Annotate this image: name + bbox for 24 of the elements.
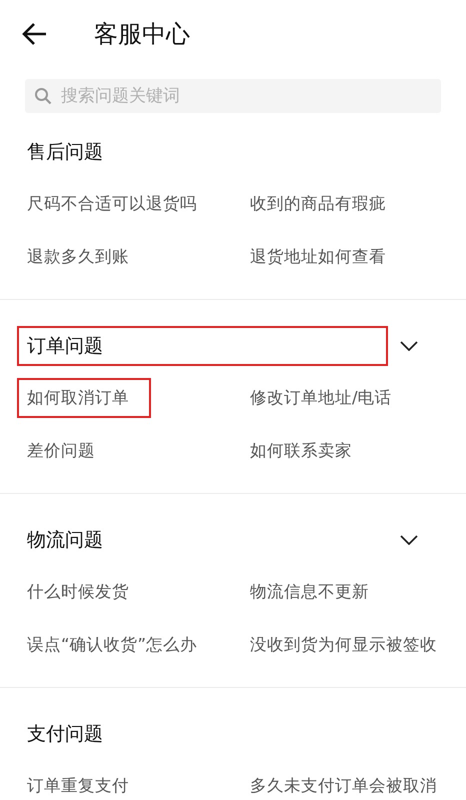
question-link[interactable]: 订单重复支付 — [17, 766, 139, 800]
question-link[interactable]: 退款多久到账 — [17, 236, 139, 276]
question-link[interactable]: 没收到货为何显示被签收 — [250, 624, 447, 664]
question-link[interactable]: 退货地址如何查看 — [250, 236, 396, 276]
question-link[interactable]: 什么时候发货 — [17, 572, 139, 612]
question-link[interactable]: 误点“确认收货”怎么办 — [17, 624, 208, 664]
search-icon — [34, 87, 52, 105]
section-title: 售后问题 — [26, 140, 104, 165]
page-title: 客服中心 — [94, 19, 190, 50]
question-link[interactable]: 差价问题 — [17, 430, 105, 470]
question-link[interactable]: 收到的商品有瑕疵 — [250, 184, 396, 224]
search-field[interactable]: 搜索问题关键词 — [25, 79, 441, 113]
section-title: 物流问题 — [26, 528, 104, 553]
section-title: 订单问题 — [17, 326, 388, 366]
section-title: 支付问题 — [26, 722, 104, 747]
question-link[interactable]: 修改订单地址/电话 — [250, 378, 402, 418]
chevron-down-icon[interactable] — [400, 535, 418, 545]
question-link[interactable]: 如何联系卖家 — [250, 430, 362, 470]
question-link[interactable]: 如何取消订单 — [17, 378, 151, 418]
chevron-down-icon[interactable] — [400, 341, 418, 351]
question-link[interactable]: 多久未支付订单会被取消 — [250, 766, 447, 800]
back-icon[interactable] — [22, 22, 48, 46]
question-link[interactable]: 尺码不合适可以退货吗 — [17, 184, 207, 224]
question-link[interactable]: 物流信息不更新 — [250, 572, 379, 612]
